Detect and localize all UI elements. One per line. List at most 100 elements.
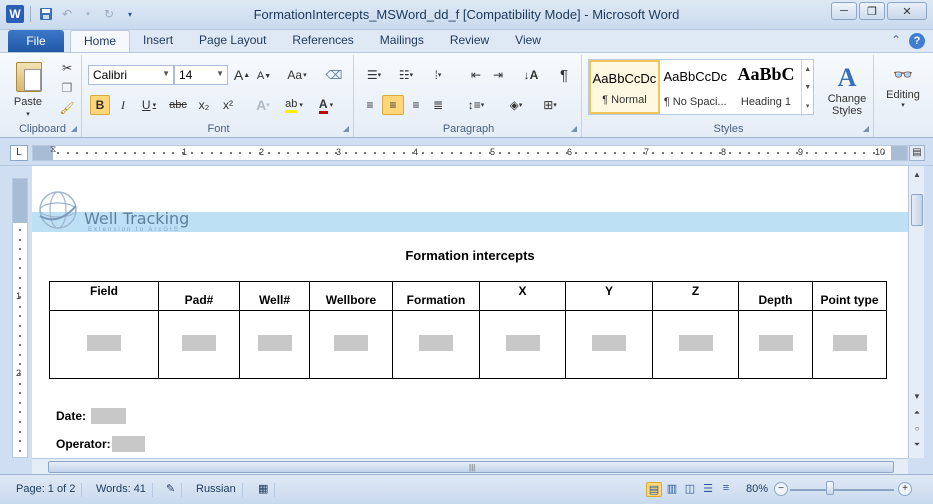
- change-styles-button[interactable]: A Change Styles: [822, 59, 872, 121]
- paste-button[interactable]: [14, 59, 44, 95]
- sort-icon[interactable]: ↓A: [520, 65, 542, 85]
- paragraph-launcher-icon[interactable]: ◢: [571, 124, 577, 133]
- form-field-placeholder[interactable]: [678, 335, 713, 351]
- tab-review[interactable]: Review: [437, 30, 502, 52]
- form-field-placeholder[interactable]: [257, 335, 292, 351]
- gallery-more-icon[interactable]: ▾: [806, 102, 810, 110]
- draft-view-icon[interactable]: ≡: [718, 482, 734, 497]
- horizontal-ruler[interactable]: 1 2 3 4 5 6 7 8 9 10 ⧖: [32, 144, 908, 161]
- shading-icon[interactable]: ◈ ▾: [502, 95, 530, 115]
- tab-mailings[interactable]: Mailings: [367, 30, 437, 52]
- tab-page-layout[interactable]: Page Layout: [186, 30, 279, 52]
- clipboard-launcher-icon[interactable]: ◢: [71, 124, 77, 133]
- text-effects-icon[interactable]: A ▾: [250, 95, 276, 115]
- styles-launcher-icon[interactable]: ◢: [863, 124, 869, 133]
- form-field-placeholder[interactable]: [832, 335, 867, 351]
- bullets-icon[interactable]: ☰ ▾: [360, 65, 388, 85]
- vertical-scrollbar[interactable]: ▲ ▼ ⏶ ○ ⏷: [908, 166, 924, 458]
- view-ruler-icon[interactable]: ▤: [909, 145, 925, 161]
- italic-button[interactable]: I: [114, 95, 132, 115]
- vertical-ruler[interactable]: 12: [12, 178, 28, 458]
- paste-label[interactable]: Paste: [10, 95, 46, 109]
- horizontal-scroll-thumb[interactable]: |||: [48, 461, 894, 473]
- tab-view[interactable]: View: [502, 30, 554, 52]
- style-normal[interactable]: AaBbCcDc ¶ Normal: [589, 60, 660, 114]
- tab-references[interactable]: References: [279, 30, 366, 52]
- gallery-down-icon[interactable]: ▼: [804, 84, 811, 91]
- help-icon[interactable]: ?: [909, 33, 925, 49]
- language-indicator[interactable]: Russian: [190, 483, 243, 497]
- align-center-icon[interactable]: ≡: [382, 95, 404, 115]
- show-formatting-button[interactable]: ¶: [554, 65, 574, 85]
- next-page-icon[interactable]: ⏷: [910, 438, 924, 452]
- web-layout-icon[interactable]: ◫: [682, 482, 698, 497]
- previous-page-icon[interactable]: ⏶: [910, 406, 924, 420]
- zoom-in-icon[interactable]: +: [898, 482, 912, 496]
- increase-indent-icon[interactable]: ⇥: [488, 65, 508, 85]
- tab-file[interactable]: File: [8, 30, 64, 52]
- indent-marker-icon[interactable]: ⧖: [50, 144, 56, 155]
- zoom-out-icon[interactable]: −: [774, 482, 788, 496]
- paste-dropdown-icon[interactable]: ▾: [22, 109, 34, 119]
- line-spacing-icon[interactable]: ↕≡ ▾: [462, 95, 490, 115]
- form-field-placeholder[interactable]: [592, 335, 626, 351]
- scroll-down-icon[interactable]: ▼: [910, 390, 924, 404]
- align-right-icon[interactable]: ≡: [406, 95, 426, 115]
- macro-recording-icon[interactable]: ▦: [252, 483, 276, 497]
- horizontal-scrollbar[interactable]: |||: [32, 458, 908, 474]
- form-field-placeholder[interactable]: [182, 335, 216, 351]
- subscript-button[interactable]: x₂: [194, 95, 214, 115]
- page-count[interactable]: Page: 1 of 2: [10, 483, 83, 497]
- zoom-level[interactable]: 80%: [740, 483, 774, 497]
- font-size-dropdown[interactable]: 14 ▼: [174, 65, 228, 85]
- date-field[interactable]: [91, 408, 127, 424]
- close-button[interactable]: ✕: [887, 2, 927, 20]
- scroll-up-icon[interactable]: ▲: [910, 168, 924, 182]
- zoom-slider[interactable]: [790, 489, 894, 491]
- tab-selector-icon[interactable]: L: [10, 145, 28, 161]
- form-field-placeholder[interactable]: [334, 335, 368, 351]
- underline-button[interactable]: U ▾: [136, 95, 162, 115]
- outline-view-icon[interactable]: ☰: [700, 482, 716, 497]
- font-name-dropdown[interactable]: Calibri ▼: [88, 65, 174, 85]
- form-field-placeholder[interactable]: [505, 335, 540, 351]
- select-browse-object-icon[interactable]: ○: [910, 422, 924, 436]
- font-color-icon[interactable]: A ▾: [312, 95, 340, 115]
- shrink-font-button[interactable]: A ▼: [254, 67, 274, 85]
- highlight-color-icon[interactable]: ab ▾: [280, 95, 308, 115]
- tab-home[interactable]: Home: [70, 30, 131, 52]
- word-count[interactable]: Words: 41: [90, 483, 153, 497]
- decrease-indent-icon[interactable]: ⇤: [466, 65, 486, 85]
- form-field-placeholder[interactable]: [419, 335, 453, 351]
- format-painter-icon[interactable]: 🖌: [58, 99, 76, 117]
- justify-icon[interactable]: ≣: [428, 95, 448, 115]
- numbering-icon[interactable]: ☷ ▾: [392, 65, 420, 85]
- font-launcher-icon[interactable]: ◢: [343, 124, 349, 133]
- clear-formatting-icon[interactable]: ⌫: [324, 65, 344, 85]
- copy-icon[interactable]: ❐: [58, 79, 76, 97]
- minimize-button[interactable]: ─: [831, 2, 857, 20]
- form-field-placeholder[interactable]: [758, 335, 793, 351]
- gallery-up-icon[interactable]: ▲: [804, 66, 811, 73]
- full-screen-reading-icon[interactable]: ▥: [664, 482, 680, 497]
- align-left-icon[interactable]: ≡: [360, 95, 380, 115]
- zoom-slider-thumb[interactable]: [826, 481, 834, 495]
- document-page[interactable]: Well Tracking Extension to ArcGIS Format…: [32, 166, 908, 458]
- change-case-button[interactable]: Aa ▾: [284, 65, 310, 85]
- style-heading-1[interactable]: AaBbC Heading 1: [731, 60, 802, 114]
- vertical-scroll-thumb[interactable]: [911, 194, 923, 226]
- grow-font-button[interactable]: A ▲: [232, 65, 252, 85]
- tab-insert[interactable]: Insert: [130, 30, 186, 52]
- restore-button[interactable]: ❐: [859, 2, 885, 20]
- borders-icon[interactable]: ⊞ ▾: [536, 95, 564, 115]
- strikethrough-button[interactable]: abc: [166, 95, 190, 115]
- print-layout-view-icon[interactable]: ▤: [646, 482, 662, 497]
- cut-icon[interactable]: ✂: [58, 59, 76, 77]
- operator-field[interactable]: [111, 436, 145, 452]
- superscript-button[interactable]: x²: [218, 95, 238, 115]
- editing-button[interactable]: 👓 Editing ▾: [878, 59, 928, 115]
- form-field-placeholder[interactable]: [87, 335, 121, 351]
- minimize-ribbon-icon[interactable]: ⌃: [891, 33, 901, 49]
- bold-button[interactable]: B: [90, 95, 110, 115]
- proofing-icon[interactable]: ✎: [160, 483, 183, 497]
